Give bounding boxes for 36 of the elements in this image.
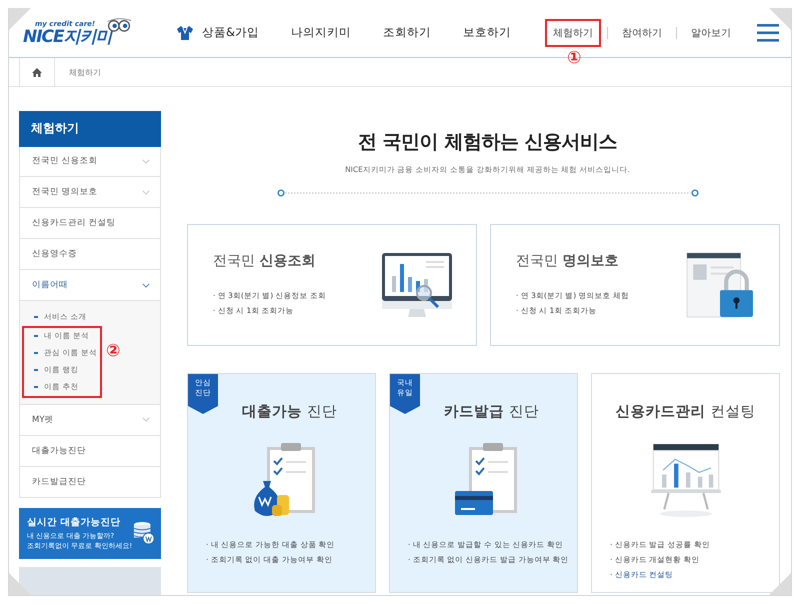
home-icon <box>32 68 42 76</box>
chevron-icon <box>142 158 150 164</box>
chevron-icon <box>142 417 150 422</box>
chevron-icon <box>142 282 150 288</box>
banner-title: 실시간 대출가능진단 <box>27 516 122 529</box>
card-title: 대출가능 진단 <box>242 403 337 421</box>
sidebar-item[interactable]: 카드발급진단 <box>19 466 161 498</box>
menu-icon <box>757 24 779 42</box>
nav-link[interactable]: 상품&가입 <box>176 24 259 40</box>
logo-wordmark[interactable]: NICE지키미 <box>23 28 112 46</box>
header-link[interactable]: 참여하기 <box>614 18 670 46</box>
sidebar-item[interactable]: 신용카드관리 컨설팅 <box>19 208 161 240</box>
coins-icon <box>133 521 155 546</box>
nav-link[interactable]: 보호하기 <box>462 25 511 40</box>
header-link[interactable]: 알아보기 <box>683 18 739 46</box>
card-title: 카드발급 진단 <box>444 403 539 421</box>
card-title: 전국민 신용조회 <box>213 252 316 270</box>
sidebar-item[interactable]: 전국민 신용조회 <box>19 146 161 178</box>
page-headline: 전 국민이 체험하는 신용서비스 <box>358 130 617 155</box>
sidebar-item[interactable]: 대출가능진단 <box>19 436 161 467</box>
header-link[interactable]: 체험하기 <box>545 18 601 46</box>
annotation-number: ① <box>567 50 582 66</box>
sidebar-item[interactable]: 전국민 명의보호 <box>19 177 161 208</box>
nav-link[interactable]: 나의지키미 <box>290 25 351 40</box>
chevron-icon <box>142 190 150 195</box>
sidebar-item[interactable]: 신용영수증 <box>19 239 161 270</box>
sidebar-item[interactable]: MY펫 <box>19 404 161 436</box>
breadcrumb-link[interactable]: 체험하기 <box>69 66 101 78</box>
promo-banner[interactable] <box>19 567 161 595</box>
shirt-icon <box>176 24 194 40</box>
card-title: 전국민 명의보호 <box>516 252 620 270</box>
card-title: 신용카드관리 컨설팅 <box>616 403 756 421</box>
sidebar-title: 체험하기 <box>19 111 161 146</box>
annotation-number: ② <box>106 342 120 360</box>
sidebar-item[interactable]: 이름어때 <box>19 270 161 301</box>
nav-link[interactable]: 조회하기 <box>382 25 431 40</box>
